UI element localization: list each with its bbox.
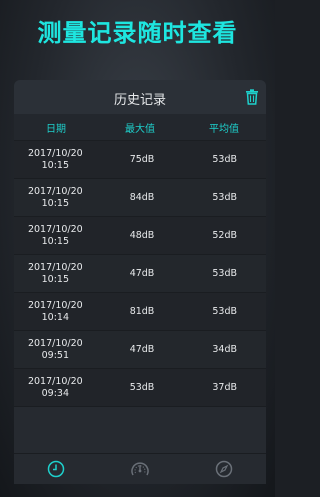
record-time: 10:15 — [41, 235, 70, 247]
record-date: 2017/10/20 — [27, 185, 83, 197]
column-header-date: 日期 — [46, 123, 66, 135]
record-max: 84dB — [129, 191, 155, 203]
table-header: 日期 最大值 平均值 — [14, 114, 266, 141]
record-max: 48dB — [129, 229, 155, 241]
table-row[interactable]: 2017/10/20 10:15 48dB 52dB — [14, 217, 266, 255]
record-avg: 53dB — [212, 191, 237, 203]
record-avg: 53dB — [212, 267, 237, 279]
record-max: 47dB — [129, 267, 155, 279]
record-date: 2017/10/20 — [27, 337, 83, 349]
record-avg: 34dB — [212, 343, 237, 355]
column-header-max: 最大值 — [125, 123, 155, 135]
history-card: 历史记录 日期 最大值 平均值 2017/10/20 10:15 75dB 53d… — [14, 80, 266, 482]
gauge-icon — [131, 462, 149, 476]
record-avg: 37dB — [212, 381, 237, 393]
record-max: 81dB — [129, 305, 155, 317]
record-date: 2017/10/20 — [27, 375, 83, 387]
record-avg: 53dB — [212, 153, 237, 165]
table-row[interactable]: 2017/10/20 09:51 47dB 34dB — [14, 331, 266, 369]
table-row[interactable]: 2017/10/20 10:15 84dB 53dB — [14, 179, 266, 217]
nav-compass[interactable] — [182, 460, 266, 478]
screen: 测量记录随时查看 历史记录 日期 最大值 平均值 2017/10/20 10:15… — [0, 0, 275, 497]
record-datetime: 2017/10/20 10:15 — [14, 148, 101, 172]
record-date: 2017/10/20 — [27, 147, 83, 159]
record-datetime: 2017/10/20 10:15 — [14, 224, 101, 248]
nav-meter[interactable] — [98, 460, 182, 478]
record-time: 10:14 — [41, 311, 70, 323]
record-avg: 52dB — [212, 229, 237, 241]
record-datetime: 2017/10/20 10:14 — [14, 300, 101, 324]
bottom-nav — [14, 453, 266, 484]
table-row[interactable]: 2017/10/20 10:15 47dB 53dB — [14, 255, 266, 293]
record-time: 09:51 — [41, 349, 70, 361]
record-max: 75dB — [129, 153, 155, 165]
records-list: 2017/10/20 10:15 75dB 53dB 2017/10/20 10:1… — [14, 141, 266, 407]
record-time: 10:15 — [41, 197, 70, 209]
record-max: 53dB — [129, 381, 155, 393]
compass-icon — [215, 460, 233, 478]
record-time: 09:34 — [41, 387, 70, 399]
card-header: 历史记录 — [14, 80, 266, 114]
record-date: 2017/10/20 — [27, 299, 83, 311]
column-header-avg: 平均值 — [209, 123, 239, 135]
table-row[interactable]: 2017/10/20 09:34 53dB 37dB — [14, 369, 266, 407]
record-datetime: 2017/10/20 09:34 — [14, 376, 101, 400]
trash-icon[interactable] — [245, 89, 259, 105]
record-time: 10:15 — [41, 273, 70, 285]
record-date: 2017/10/20 — [27, 223, 83, 235]
record-max: 47dB — [129, 343, 155, 355]
history-clock-icon — [47, 460, 65, 478]
nav-history[interactable] — [14, 460, 98, 478]
record-avg: 53dB — [212, 305, 237, 317]
record-datetime: 2017/10/20 09:51 — [14, 338, 101, 362]
record-time: 10:15 — [41, 159, 70, 171]
record-date: 2017/10/20 — [27, 261, 83, 273]
table-row[interactable]: 2017/10/20 10:14 81dB 53dB — [14, 293, 266, 331]
card-title: 历史记录 — [113, 93, 166, 108]
promo-headline: 测量记录随时查看 — [37, 19, 238, 47]
record-datetime: 2017/10/20 10:15 — [14, 262, 101, 286]
record-datetime: 2017/10/20 10:15 — [14, 186, 101, 210]
table-row[interactable]: 2017/10/20 10:15 75dB 53dB — [14, 141, 266, 179]
